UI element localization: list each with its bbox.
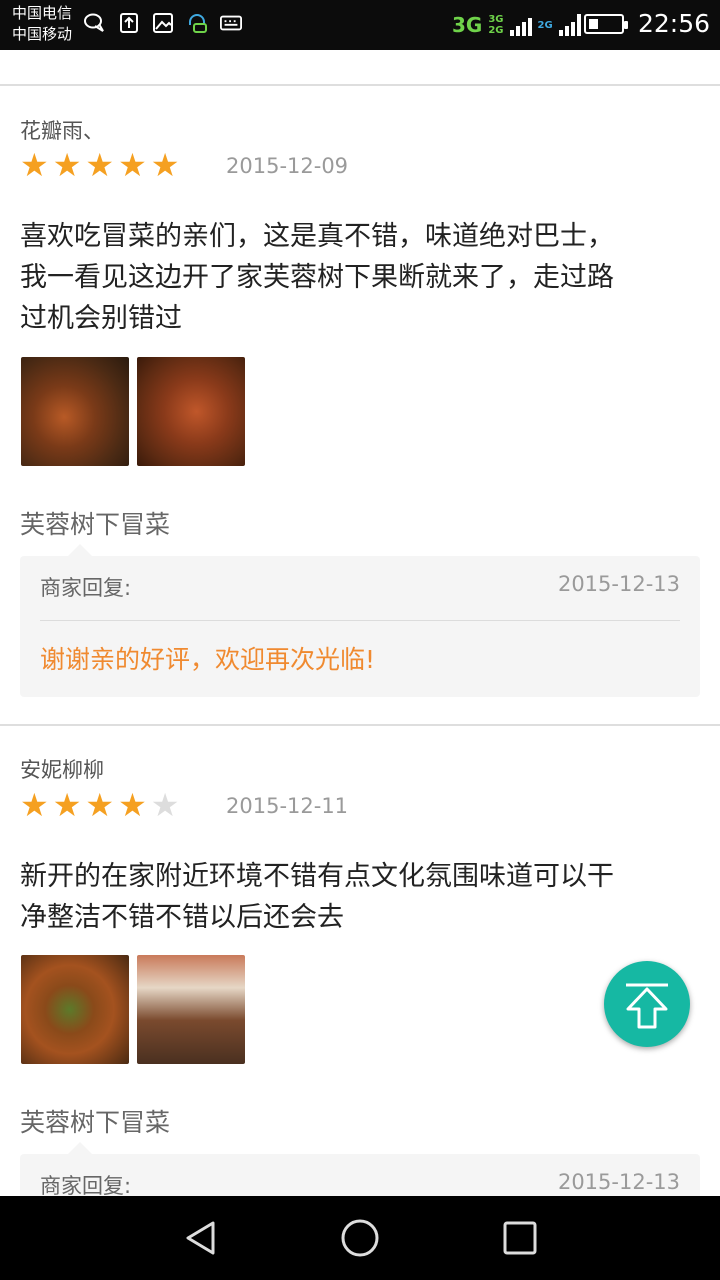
back-button[interactable] [180,1218,220,1258]
recents-button[interactable] [500,1218,540,1258]
reviewer-name[interactable]: 花瓣雨、 [20,115,104,145]
star-filled-icon: ★ [20,786,49,824]
shop-name: 芙蓉树下冒菜 [20,1108,171,1137]
reviewer-name[interactable]: 安妮柳柳 [20,754,104,784]
review-photos [21,955,245,1064]
battery-icon [584,14,628,34]
home-circle-icon [341,1219,379,1257]
rating-stars: ★ ★ ★ ★ ★ [20,149,179,181]
upload-icon [118,12,140,34]
star-empty-icon: ★ [150,786,180,824]
headset-chat-icon [186,12,208,34]
reply-label: 商家回复: [40,576,132,600]
review-photo[interactable] [137,955,245,1064]
reply-notch [68,1142,92,1154]
star-filled-icon: ★ [118,146,147,184]
shop-name: 芙蓉树下冒菜 [20,510,171,539]
review-text: 喜欢吃冒菜的亲们，这是真不错，味道绝对巴士， 我一看见这边开了家芙蓉树下果断就来… [20,216,690,339]
reply-label: 商家回复: [40,1174,132,1196]
arrow-up-icon [626,983,668,1029]
merchant-reply: 商家回复: 2015-12-13 谢谢亲的好评，欢迎再次光临! [20,556,700,697]
carrier-2: 中国移动 [12,25,73,43]
signal-bars-icon [509,14,532,36]
review-text-line: 我一看见这边开了家芙蓉树下果断就来了，走过路 [20,262,614,293]
review-photo[interactable] [21,955,129,1064]
network-3g-label: 3G [452,13,483,37]
clock: 22:56 [638,9,711,38]
reply-notch [68,544,92,556]
status-bar: 中国电信 中国移动 3G 3G 2G 2G 22:56 [0,0,720,50]
back-to-top-button[interactable] [604,961,690,1047]
star-filled-icon: ★ [20,146,49,184]
reply-divider [40,620,680,621]
star-filled-icon: ★ [118,786,147,824]
network-small-bottom: 2G [488,25,504,36]
review-text-line: 喜欢吃冒菜的亲们，这是真不错，味道绝对巴士， [20,221,614,252]
recents-square-icon [503,1221,537,1255]
reply-text: 谢谢亲的好评，欢迎再次光临! [40,645,376,674]
review-photo[interactable] [21,357,129,466]
star-filled-icon: ★ [85,786,115,824]
keyboard-icon [220,12,242,34]
review-photos [21,357,245,466]
review-text-line: 新开的在家附近环境不错有点文化氛围味道可以干 [20,861,614,892]
network-2g-label: 2G [537,19,553,31]
star-filled-icon: ★ [85,146,115,184]
carrier-1: 中国电信 [12,4,73,22]
reply-date: 2015-12-13 [557,572,680,596]
review-text-line: 过机会别错过 [20,303,182,334]
network-indicators: 3G 3G 2G 2G [452,6,581,44]
review-photo[interactable] [137,357,245,466]
reply-date: 2015-12-13 [557,1170,680,1194]
review-item: 花瓣雨、 ★ ★ ★ ★ ★ 2015-12-09 喜欢吃冒菜的亲们，这是真不错，味道绝… [0,86,720,726]
network-small-top: 3G [488,14,504,25]
navigation-bar [0,1196,720,1280]
merchant-reply: 商家回复: 2015-12-13 [20,1154,700,1196]
review-date: 2015-12-09 [226,154,349,178]
review-text-line: 净整洁不错不错以后还会去 [20,902,344,933]
carrier-names: 中国电信 中国移动 [12,3,72,45]
review-date: 2015-12-11 [226,794,349,818]
star-filled-icon: ★ [52,786,82,824]
rating-stars: ★ ★ ★ ★ ★ [20,789,179,821]
star-filled-icon: ★ [52,146,82,184]
image-icon [152,12,174,34]
star-filled-icon: ★ [150,146,180,184]
notification-icons [84,12,242,34]
wechat-icon [84,12,106,34]
review-text: 新开的在家附近环境不错有点文化氛围味道可以干 净整洁不错不错以后还会去 [20,856,690,938]
back-triangle-icon [186,1221,215,1255]
home-button[interactable] [340,1218,380,1258]
signal-bars-2-icon [558,14,581,36]
network-dual-label: 3G 2G [488,14,503,36]
battery-fill [589,19,598,29]
